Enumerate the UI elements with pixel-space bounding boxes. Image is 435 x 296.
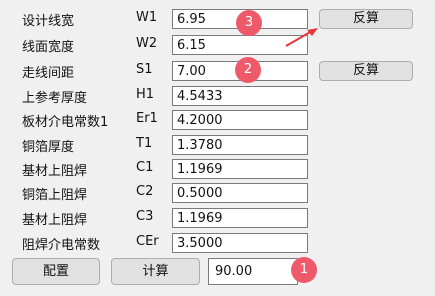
annotation-badge-3: 3 [236, 10, 262, 36]
annotation-arrow [285, 28, 318, 47]
annotation-badge-2: 2 [235, 57, 261, 83]
annotation-badge-1: 1 [291, 257, 317, 283]
